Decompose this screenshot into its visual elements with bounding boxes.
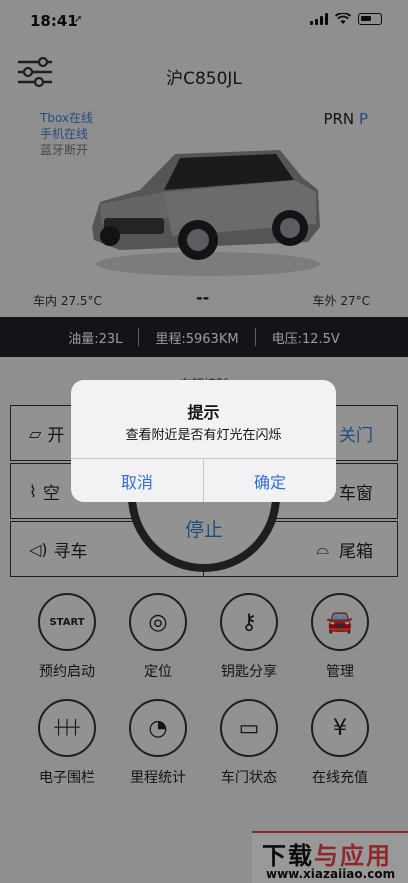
alert-dialog: 提示 查看附近是否有灯光在闪烁 取消 确定 <box>71 380 336 502</box>
confirm-button[interactable]: 确定 <box>203 459 336 502</box>
dialog-title: 提示 <box>187 403 220 422</box>
dialog-message: 查看附近是否有灯光在闪烁 <box>125 428 282 443</box>
cancel-button[interactable]: 取消 <box>71 459 203 502</box>
dialog-actions: 取消 确定 <box>71 458 336 502</box>
